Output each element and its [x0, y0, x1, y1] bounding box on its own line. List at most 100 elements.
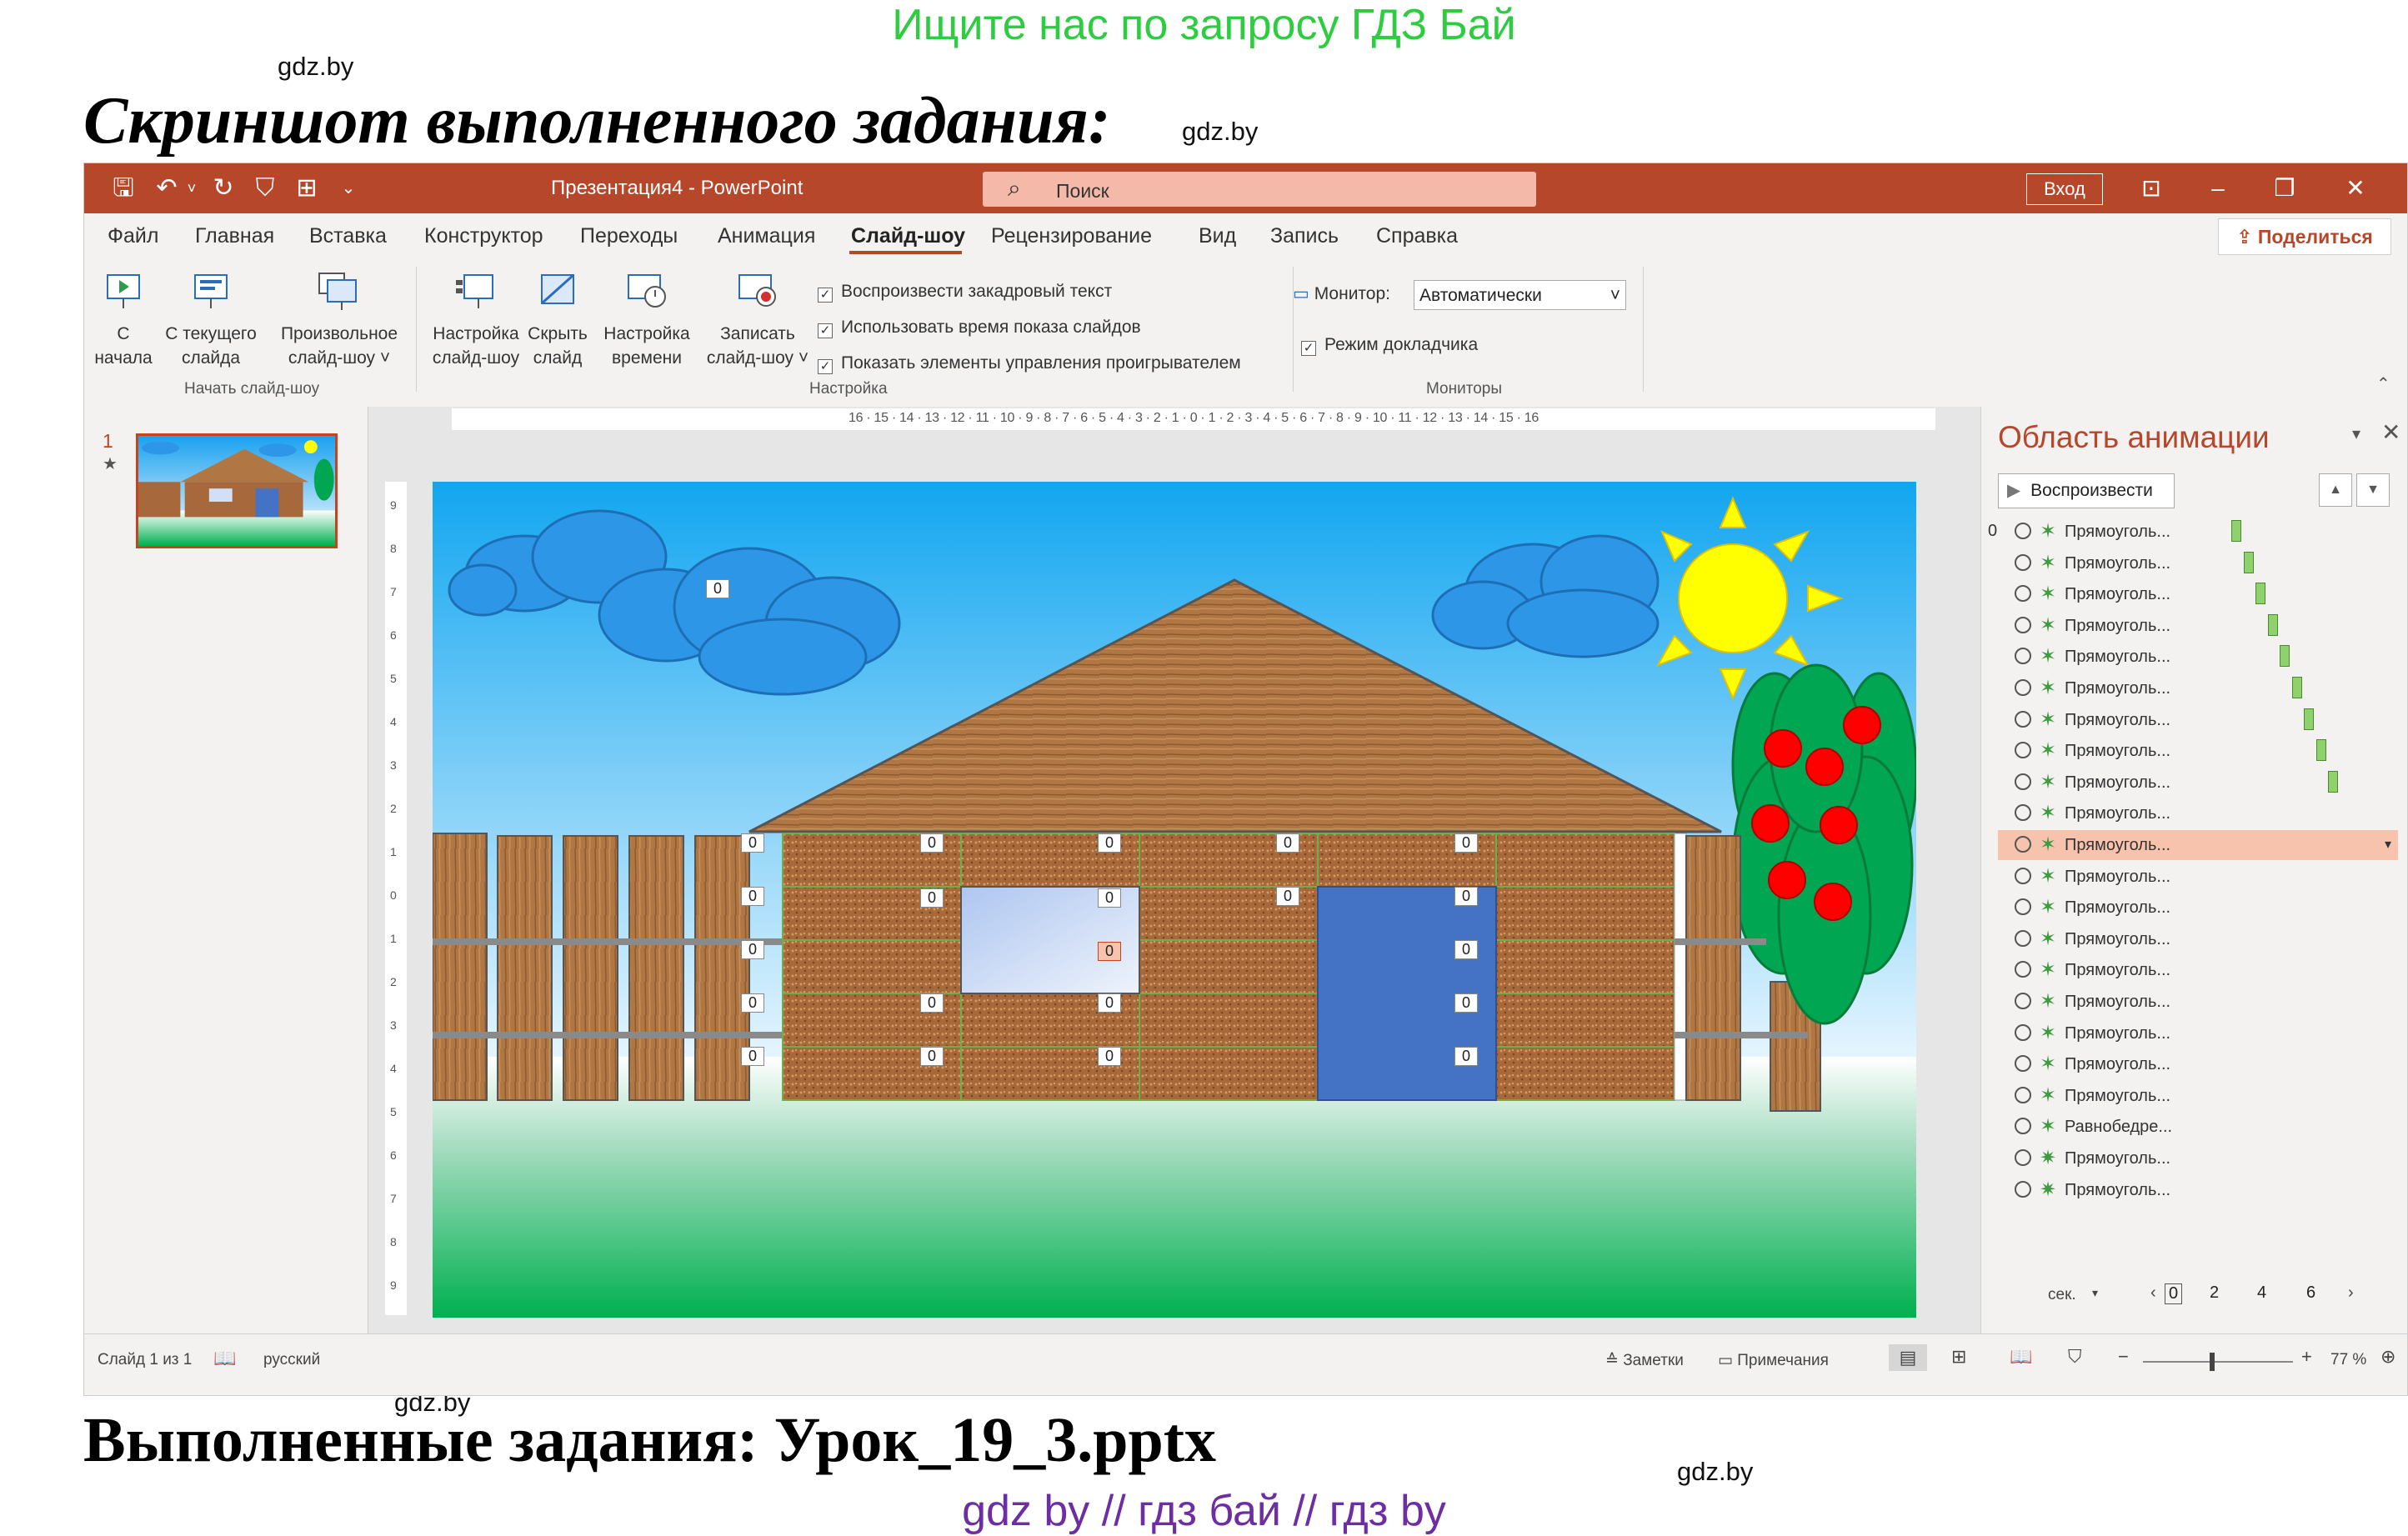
- zoom-slider-thumb[interactable]: [2210, 1353, 2215, 1371]
- zoom-slider[interactable]: [2143, 1361, 2293, 1363]
- tab-file[interactable]: Файл: [108, 224, 158, 248]
- notes-button[interactable]: ≙ Заметки: [1605, 1351, 1684, 1370]
- timeline-bar[interactable]: [2255, 583, 2265, 605]
- monitor-select[interactable]: Автоматически ˅: [1414, 280, 1626, 310]
- redo-icon[interactable]: ↻: [209, 174, 238, 203]
- tab-transitions[interactable]: Переходы: [580, 224, 678, 248]
- save-icon[interactable]: 🖫: [109, 174, 138, 203]
- tab-help[interactable]: Справка: [1376, 224, 1458, 248]
- setup-slideshow-button[interactable]: Настройка слайд-шоу: [426, 270, 526, 370]
- animation-tag[interactable]: 0: [1454, 993, 1479, 1013]
- narration-checkbox[interactable]: ✓ Воспроизвести закадровый текст: [818, 282, 1112, 303]
- seconds-label[interactable]: сек.: [2048, 1286, 2076, 1304]
- timeline-bar[interactable]: [2291, 677, 2302, 698]
- language-indicator[interactable]: русский: [263, 1351, 320, 1369]
- zoom-in-icon[interactable]: +: [2301, 1346, 2312, 1368]
- animation-tag[interactable]: 0: [1454, 887, 1479, 906]
- timeline-bar[interactable]: [2304, 708, 2314, 730]
- zoom-out-icon[interactable]: −: [2118, 1346, 2129, 1368]
- chevron-down-icon[interactable]: ▾: [2092, 1286, 2098, 1300]
- share-button[interactable]: ⇪ Поделиться: [2218, 218, 2391, 255]
- animation-tag[interactable]: 0: [1276, 887, 1300, 906]
- close-icon[interactable]: ✕: [2330, 170, 2380, 207]
- restore-icon[interactable]: ❐: [2260, 170, 2310, 207]
- presenter-view-checkbox[interactable]: ✓ Режим докладчика: [1301, 335, 1478, 356]
- custom-slideshow-button[interactable]: Произвольное слайд-шоу ˅: [273, 270, 406, 370]
- animation-tag[interactable]: 0: [1098, 888, 1122, 908]
- animation-list-item[interactable]: ✶ Прямоуголь...: [1998, 924, 2398, 954]
- collapse-ribbon-icon[interactable]: ⌃: [2376, 373, 2390, 394]
- undo-dropdown-icon[interactable]: ˅: [178, 174, 206, 203]
- animation-list-item[interactable]: ✷ Прямоуголь...: [1998, 1143, 2398, 1173]
- slide-thumbnail[interactable]: [136, 433, 338, 548]
- animation-list-item[interactable]: ✶ Прямоуголь...: [1998, 736, 2398, 766]
- ribbon-display-icon[interactable]: ⊡: [2126, 170, 2176, 207]
- tab-record[interactable]: Запись: [1270, 224, 1339, 248]
- tab-design[interactable]: Конструктор: [424, 224, 543, 248]
- tab-slideshow[interactable]: Слайд-шоу: [851, 224, 965, 248]
- animation-tag[interactable]: 0: [920, 993, 944, 1013]
- hide-slide-button[interactable]: Скрыть слайд: [524, 270, 591, 370]
- timeline-bar[interactable]: [2280, 645, 2290, 668]
- slide-sorter-icon[interactable]: ⊞: [1951, 1346, 1966, 1368]
- slide-canvas[interactable]: 0 0 0 0 0 0 0 0 0 0 0 0 0 0 0 0 0 0 0 0 …: [433, 482, 1916, 1318]
- timeline-bar[interactable]: [2243, 551, 2254, 573]
- chevron-left-icon[interactable]: ‹: [2150, 1283, 2156, 1303]
- player-controls-checkbox[interactable]: ✓ Показать элементы управления проигрыват…: [818, 353, 1241, 374]
- animation-list-item[interactable]: ✶ Прямоуголь...: [1998, 1018, 2398, 1048]
- animation-tag[interactable]: 0: [706, 579, 730, 598]
- animation-tag[interactable]: 0: [1454, 940, 1479, 959]
- zoom-level[interactable]: 77 %: [2330, 1351, 2366, 1369]
- undo-icon[interactable]: ↶: [153, 174, 181, 203]
- animation-tag[interactable]: 0: [741, 993, 765, 1013]
- slideshow-view-icon[interactable]: ⛉: [2068, 1346, 2082, 1368]
- reading-view-icon[interactable]: 📖: [2010, 1346, 2032, 1368]
- tab-insert[interactable]: Вставка: [309, 224, 387, 248]
- animation-list-item[interactable]: ✶ Прямоуголь...: [1998, 798, 2398, 828]
- animation-list-item[interactable]: ✶ Прямоуголь...: [1998, 987, 2398, 1017]
- animation-tag[interactable]: 0: [741, 1047, 765, 1066]
- animation-list-item[interactable]: ✶ Прямоуголь...: [1998, 611, 2398, 641]
- animation-tag[interactable]: 0: [741, 833, 765, 853]
- animation-list-item[interactable]: ✶ Прямоуголь...: [1998, 1049, 2398, 1079]
- animation-tag[interactable]: 0: [1454, 1047, 1479, 1066]
- animation-list-item[interactable]: ✶ Прямоуголь...: [1998, 768, 2398, 798]
- animation-tag[interactable]: 0: [920, 1047, 944, 1066]
- animation-list-item[interactable]: ✶ Прямоуголь...: [1998, 579, 2398, 609]
- move-down-icon[interactable]: ▼: [2356, 473, 2390, 507]
- record-slideshow-button[interactable]: Записать слайд-шоу ˅: [699, 270, 816, 370]
- animation-list-item[interactable]: ✶ Прямоуголь...: [1998, 673, 2398, 703]
- move-up-icon[interactable]: ▲: [2319, 473, 2352, 507]
- chevron-right-icon[interactable]: ›: [2348, 1283, 2354, 1303]
- present-icon[interactable]: ⛉: [251, 174, 279, 203]
- close-pane-icon[interactable]: ✕: [2381, 418, 2400, 446]
- animation-list-item[interactable]: ✶ Прямоуголь...: [1998, 1081, 2398, 1111]
- animation-tag[interactable]: 0: [741, 940, 765, 959]
- animation-list-item[interactable]: ✶ Прямоуголь...: [1998, 893, 2398, 923]
- timeline-bar[interactable]: [2267, 613, 2278, 636]
- rehearse-timings-button[interactable]: Настройка времени: [601, 270, 693, 370]
- comments-button[interactable]: ▭ Примечания: [1718, 1351, 1829, 1370]
- minimize-icon[interactable]: –: [2193, 170, 2243, 207]
- animation-list-item[interactable]: ✶ Равнобедре...: [1998, 1112, 2398, 1142]
- timeline-bar[interactable]: [2231, 520, 2241, 542]
- play-animations-button[interactable]: ▶ Воспроизвести: [1998, 473, 2175, 508]
- animation-list-item[interactable]: ✷ Прямоуголь...: [1998, 1175, 2398, 1205]
- animation-tag[interactable]: 0: [1454, 833, 1479, 853]
- animation-list-item[interactable]: ✶ Прямоуголь...: [1998, 862, 2398, 892]
- animation-tag[interactable]: 0: [920, 833, 944, 853]
- animation-tag[interactable]: 0: [920, 888, 944, 908]
- accessibility-icon[interactable]: 📖: [213, 1348, 236, 1369]
- timeline-bar[interactable]: [2328, 770, 2338, 793]
- normal-view-icon[interactable]: ▤: [1889, 1344, 1927, 1371]
- tab-home[interactable]: Главная: [195, 224, 274, 248]
- tab-animations[interactable]: Анимация: [718, 224, 815, 248]
- animation-tag[interactable]: 0: [1098, 993, 1122, 1013]
- animation-list-item[interactable]: ✶ Прямоуголь...: [1998, 517, 2398, 547]
- animation-list-item[interactable]: ✶ Прямоуголь...: [1998, 642, 2398, 672]
- animation-list-item[interactable]: ✶ Прямоуголь...: [1998, 548, 2398, 578]
- animation-list-item[interactable]: ✶ Прямоуголь...: [1998, 955, 2398, 985]
- search-box[interactable]: ⌕ Поиск: [983, 172, 1536, 207]
- animation-tag[interactable]: 0: [1276, 833, 1300, 853]
- from-start-button[interactable]: С начала: [94, 270, 153, 370]
